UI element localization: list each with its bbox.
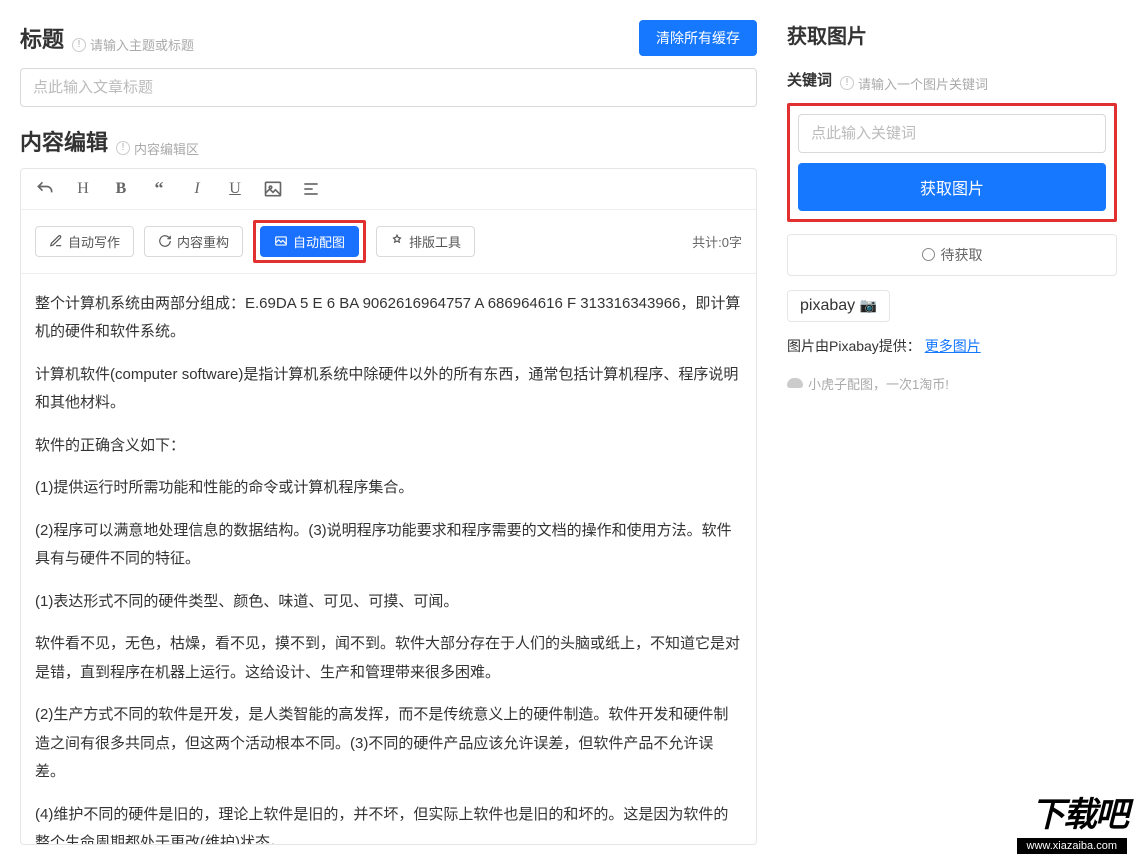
camera-icon: 📷 bbox=[860, 297, 877, 313]
waiting-status: 待获取 bbox=[787, 234, 1117, 276]
keyword-input[interactable] bbox=[798, 114, 1106, 153]
sidebar-footer-note: 小虎子配图，一次1淘币! bbox=[787, 374, 1117, 393]
image-credit: 图片由Pixabay提供： 更多图片 bbox=[787, 336, 1117, 356]
auto-write-button[interactable]: 自动写作 bbox=[35, 226, 134, 257]
keyword-hint: ! 请输入一个图片关键词 bbox=[840, 74, 988, 93]
undo-icon[interactable] bbox=[35, 179, 55, 199]
article-title-input[interactable] bbox=[20, 68, 757, 107]
info-icon: ! bbox=[116, 141, 130, 155]
quote-icon[interactable]: “ bbox=[149, 179, 169, 199]
clear-cache-button[interactable]: 清除所有缓存 bbox=[639, 20, 757, 56]
editor-paragraph: (1)提供运行时所需功能和性能的命令或计算机程序集合。 bbox=[35, 474, 742, 503]
editor-paragraph: 软件看不见，无色，枯燥，看不见，摸不到，闻不到。软件大部分存在于人们的头脑或纸上… bbox=[35, 630, 742, 687]
keyword-input-highlight: 获取图片 bbox=[787, 103, 1117, 222]
info-icon: ! bbox=[840, 76, 854, 90]
more-images-link[interactable]: 更多图片 bbox=[925, 338, 981, 354]
char-count: 共计:0字 bbox=[692, 232, 742, 251]
pixabay-badge: pixabay 📷 bbox=[787, 290, 890, 322]
get-image-button[interactable]: 获取图片 bbox=[798, 163, 1106, 211]
bold-icon[interactable]: B bbox=[111, 179, 131, 199]
title-hint: ! 请输入主题或标题 bbox=[72, 35, 194, 54]
editor-paragraph: (2)程序可以满意地处理信息的数据结构。(3)说明程序功能要求和程序需要的文档的… bbox=[35, 517, 742, 574]
get-image-title: 获取图片 bbox=[787, 20, 1117, 49]
cloud-icon bbox=[787, 378, 803, 388]
heading-icon[interactable]: H bbox=[73, 179, 93, 199]
image-icon[interactable] bbox=[263, 179, 283, 199]
layout-tool-button[interactable]: 排版工具 bbox=[376, 226, 475, 257]
title-section-header: 标题 ! 请输入主题或标题 清除所有缓存 bbox=[20, 20, 757, 56]
editor-toolbar-formatting: H B “ I U bbox=[21, 169, 756, 210]
italic-icon[interactable]: I bbox=[187, 179, 207, 199]
content-edit-hint: ! 内容编辑区 bbox=[116, 139, 199, 158]
editor-paragraph: (4)维护不同的硬件是旧的，理论上软件是旧的，并不坏，但实际上软件也是旧的和坏的… bbox=[35, 801, 742, 844]
editor-paragraph: 计算机软件(computer software)是指计算机系统中除硬件以外的所有… bbox=[35, 361, 742, 418]
info-icon: ! bbox=[72, 38, 86, 52]
content-edit-label: 内容编辑 bbox=[20, 125, 108, 157]
editor-paragraph: 软件的正确含义如下： bbox=[35, 432, 742, 461]
editor-toolbar-actions: 自动写作 内容重构 自动配图 排版工具 bbox=[21, 210, 756, 274]
underline-icon[interactable]: U bbox=[225, 179, 245, 199]
auto-image-highlight: 自动配图 bbox=[253, 220, 366, 263]
editor-paragraph: (1)表达形式不同的硬件类型、颜色、味道、可见、可摸、可闻。 bbox=[35, 588, 742, 617]
title-label: 标题 bbox=[20, 22, 64, 54]
auto-image-button[interactable]: 自动配图 bbox=[260, 226, 359, 257]
keyword-label: 关键词 bbox=[787, 69, 832, 90]
editor-content-area[interactable]: 整个计算机系统由两部分组成：E.69DA 5 E 6 BA 9062616964… bbox=[21, 274, 756, 844]
editor-paragraph: (2)生产方式不同的软件是开发，是人类智能的高发挥，而不是传统意义上的硬件制造。… bbox=[35, 701, 742, 787]
editor-paragraph: 整个计算机系统由两部分组成：E.69DA 5 E 6 BA 9062616964… bbox=[35, 290, 742, 347]
circle-icon bbox=[922, 248, 935, 261]
align-icon[interactable] bbox=[301, 179, 321, 199]
editor-box: H B “ I U 自动写作 bbox=[20, 168, 757, 845]
content-rebuild-button[interactable]: 内容重构 bbox=[144, 226, 243, 257]
